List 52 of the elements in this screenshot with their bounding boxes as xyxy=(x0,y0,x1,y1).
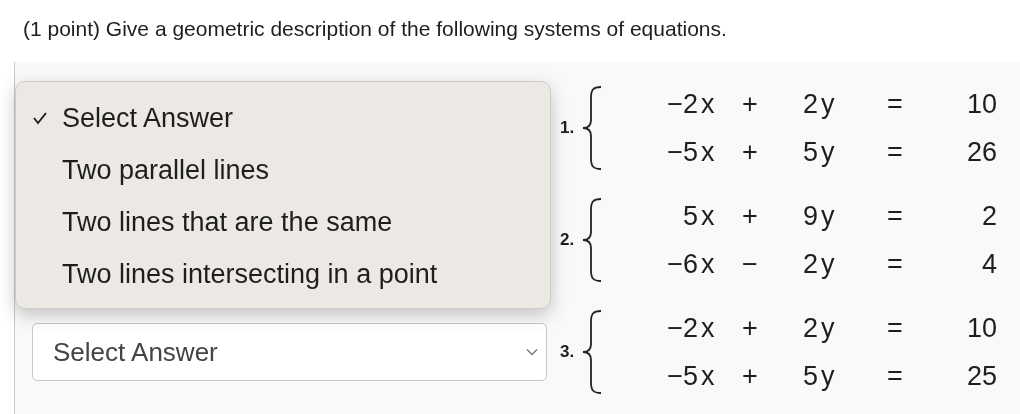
question-text: (1 point) Give a geometric description of the following systems of equations. xyxy=(14,0,1020,62)
right-hand-side: 4 xyxy=(981,248,997,281)
equals-sign: = xyxy=(887,248,903,281)
variable: y xyxy=(820,312,835,345)
menu-option[interactable]: Two lines that are the same xyxy=(16,196,550,248)
menu-option[interactable]: Two parallel lines xyxy=(16,144,550,196)
variable: x xyxy=(700,248,715,281)
y-coefficient: 9 xyxy=(802,200,818,233)
y-coefficient: 2 xyxy=(802,88,818,121)
menu-option[interactable]: Select Answer xyxy=(16,92,550,144)
right-hand-side: 10 xyxy=(966,88,997,121)
variable: y xyxy=(820,88,835,121)
right-hand-side: 2 xyxy=(981,200,997,233)
x-coefficient: −2 xyxy=(667,312,698,345)
right-hand-side: 25 xyxy=(966,360,997,393)
answer-dropdown[interactable]: Select Answer xyxy=(32,323,547,381)
equals-sign: = xyxy=(887,88,903,121)
right-hand-side: 10 xyxy=(966,312,997,345)
system-number: 3. xyxy=(560,342,576,362)
variable: y xyxy=(820,248,835,281)
chevron-down-icon xyxy=(526,348,538,356)
y-coefficient: 5 xyxy=(802,136,818,169)
y-coefficient: 5 xyxy=(802,360,818,393)
operator: + xyxy=(742,200,758,233)
x-coefficient: −5 xyxy=(667,360,698,393)
operator: + xyxy=(742,360,758,393)
x-coefficient: 5 xyxy=(682,200,698,233)
variable: y xyxy=(820,360,835,393)
variable: x xyxy=(700,360,715,393)
variable: y xyxy=(820,136,835,169)
x-coefficient: −2 xyxy=(667,88,698,121)
equals-sign: = xyxy=(887,200,903,233)
equals-sign: = xyxy=(887,136,903,169)
menu-option[interactable]: Two lines intersecting in a point xyxy=(16,248,550,300)
equals-sign: = xyxy=(887,312,903,345)
variable: x xyxy=(700,312,715,345)
y-coefficient: 2 xyxy=(802,312,818,345)
system-number: 1. xyxy=(560,118,576,138)
equals-sign: = xyxy=(887,360,903,393)
x-coefficient: −5 xyxy=(667,136,698,169)
variable: y xyxy=(820,200,835,233)
variable: x xyxy=(700,88,715,121)
operator: + xyxy=(742,136,758,169)
y-coefficient: 2 xyxy=(802,248,818,281)
operator: + xyxy=(742,88,758,121)
variable: x xyxy=(700,136,715,169)
system-number: 2. xyxy=(560,230,576,250)
operator: − xyxy=(742,248,758,281)
variable: x xyxy=(700,200,715,233)
x-coefficient: −6 xyxy=(667,248,698,281)
right-hand-side: 26 xyxy=(966,136,997,169)
operator: + xyxy=(742,312,758,345)
